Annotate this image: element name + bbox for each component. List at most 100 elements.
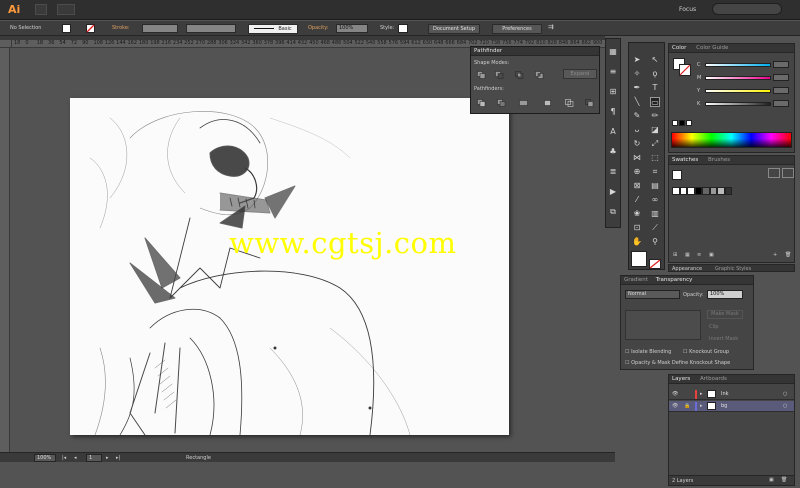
swatch-registration[interactable] <box>679 187 687 195</box>
layer-row[interactable]: 👁 ▸ Ink ○ <box>669 389 794 400</box>
rotate-tool-icon[interactable]: ↻ <box>632 139 642 149</box>
tab-appearance[interactable]: Appearance <box>672 266 702 272</box>
arrange-documents-icon[interactable] <box>57 4 75 15</box>
layer-row[interactable]: 👁 🔒 ▸ bg ○ <box>669 401 794 412</box>
tab-brushes[interactable]: Brushes <box>708 157 730 163</box>
minus-back-icon[interactable] <box>585 99 594 107</box>
blob-brush-tool-icon[interactable]: ᴗ <box>632 125 642 135</box>
current-tool-status[interactable]: Rectangle <box>186 455 211 461</box>
artboard[interactable] <box>70 98 509 435</box>
trim-icon[interactable] <box>497 99 506 107</box>
bridge-icon[interactable] <box>35 4 47 15</box>
layer-visibility-icon[interactable]: 👁 <box>672 403 678 409</box>
swatch-gray-1[interactable] <box>702 187 710 195</box>
swatch-none[interactable] <box>672 187 680 195</box>
new-color-group-icon[interactable]: ▣ <box>709 252 714 258</box>
gradient-tool-icon[interactable]: ▤ <box>650 181 660 191</box>
opacity-mask-define-checkbox[interactable]: ☐ Opacity & Mask Define Knockout Shape <box>625 360 730 366</box>
merge-icon[interactable] <box>519 99 528 107</box>
new-layer-icon[interactable]: ▣ <box>769 477 774 483</box>
channel-c-slider[interactable] <box>705 63 771 67</box>
layer-target-icon[interactable]: ○ <box>783 403 787 409</box>
outline-icon[interactable] <box>565 99 574 107</box>
white-swatch[interactable] <box>686 120 692 126</box>
dock-stroke-icon[interactable]: ≣ <box>608 167 618 177</box>
swatch-gray-2[interactable] <box>709 187 717 195</box>
graph-tool-icon[interactable]: ▥ <box>650 209 660 219</box>
mesh-tool-icon[interactable]: ⊠ <box>632 181 642 191</box>
selection-tool-icon[interactable]: ➤ <box>632 55 642 65</box>
tab-gradient[interactable]: Gradient <box>624 277 648 283</box>
tab-layers[interactable]: Layers <box>672 376 690 382</box>
dock-type-icon[interactable]: ¶ <box>608 107 618 117</box>
dock-symbols-icon[interactable]: ♣ <box>608 147 618 157</box>
stroke-swatch[interactable] <box>86 24 95 33</box>
minus-front-icon[interactable] <box>495 71 504 79</box>
intersect-icon[interactable] <box>515 71 524 79</box>
lasso-tool-icon[interactable]: ϙ <box>650 69 660 79</box>
layer-target-icon[interactable]: ○ <box>783 391 787 397</box>
channel-k-slider[interactable] <box>705 102 771 106</box>
new-swatch-icon[interactable]: + <box>773 252 777 258</box>
dock-align-icon[interactable]: ≡ <box>608 67 618 77</box>
stroke-weight-field[interactable] <box>142 24 178 33</box>
color-spectrum[interactable] <box>671 132 792 148</box>
document-setup-button[interactable]: Document Setup <box>428 24 480 34</box>
pen-tool-icon[interactable]: ✒ <box>632 83 642 93</box>
clip-checkbox[interactable]: Clip <box>709 324 718 330</box>
symbol-sprayer-tool-icon[interactable]: ❀ <box>632 209 642 219</box>
dock-actions-icon[interactable]: ▶ <box>608 187 618 197</box>
swatch-libraries-icon[interactable]: ⊞ <box>673 252 677 258</box>
exclude-icon[interactable] <box>535 71 544 79</box>
magic-wand-tool-icon[interactable]: ✧ <box>632 69 642 79</box>
fill-color-box[interactable] <box>631 251 647 267</box>
knockout-group-checkbox[interactable]: ☐ Knockout Group <box>683 349 729 355</box>
artboard-tool-icon[interactable]: ⊡ <box>632 223 642 233</box>
paintbrush-tool-icon[interactable]: ✎ <box>632 111 642 121</box>
pathfinder-tab[interactable]: Pathfinder <box>471 47 599 56</box>
list-view-icon[interactable] <box>768 168 780 178</box>
transparency-opacity-field[interactable]: 100% <box>707 290 743 299</box>
stroke-label[interactable]: Stroke: <box>112 25 130 31</box>
channel-k-value[interactable] <box>773 100 789 107</box>
channel-c-value[interactable] <box>773 61 789 68</box>
tab-transparency[interactable]: Transparency <box>656 277 693 283</box>
pencil-tool-icon[interactable]: ✏ <box>650 111 660 121</box>
delete-layer-icon[interactable]: 🗑 <box>781 477 787 483</box>
last-artboard-icon[interactable]: ▸| <box>116 455 120 461</box>
layer-name[interactable]: Ink <box>721 389 729 399</box>
crop-icon[interactable] <box>543 99 552 107</box>
hand-tool-icon[interactable]: ✋ <box>632 237 642 247</box>
dock-links-icon[interactable]: ⧉ <box>608 207 618 217</box>
width-tool-icon[interactable]: ⋈ <box>632 153 642 163</box>
search-input[interactable] <box>712 3 782 15</box>
shape-builder-tool-icon[interactable]: ⊕ <box>632 167 642 177</box>
line-tool-icon[interactable]: ╲ <box>632 97 642 107</box>
graphic-style-swatch[interactable] <box>398 24 408 33</box>
layer-lock-icon[interactable]: 🔒 <box>684 403 690 409</box>
brush-definition-select[interactable]: Basic <box>248 24 298 34</box>
prev-artboard-icon[interactable]: ◂ <box>74 455 77 461</box>
channel-y-slider[interactable] <box>705 89 771 93</box>
rectangle-tool-icon[interactable]: ▭ <box>650 97 660 107</box>
opacity-label[interactable]: Opacity: <box>308 25 329 31</box>
none-swatch[interactable] <box>672 120 678 126</box>
expand-layer-icon[interactable]: ▸ <box>700 403 703 409</box>
channel-m-slider[interactable] <box>705 76 771 80</box>
stroke-color-box[interactable] <box>649 259 661 269</box>
artboard-number-field[interactable]: 1 <box>86 454 102 462</box>
tab-color-guide[interactable]: Color Guide <box>696 45 728 51</box>
invert-mask-checkbox[interactable]: Invert Mask <box>709 336 738 342</box>
arrange-icon[interactable]: ⇉ <box>548 23 554 31</box>
tab-artboards[interactable]: Artboards <box>700 376 727 382</box>
type-tool-icon[interactable]: T <box>650 83 660 93</box>
dock-pathfinder-icon[interactable]: ▦ <box>608 47 618 57</box>
channel-y-value[interactable] <box>773 87 789 94</box>
dock-transform-icon[interactable]: ⊞ <box>608 87 618 97</box>
free-transform-tool-icon[interactable]: ⬚ <box>650 153 660 163</box>
blend-mode-select[interactable]: Normal <box>625 290 680 299</box>
ruler-origin[interactable] <box>0 40 12 48</box>
scale-tool-icon[interactable]: ⤢ <box>650 139 660 149</box>
swatch-fill-proxy[interactable] <box>672 170 682 180</box>
black-swatch[interactable] <box>679 120 685 126</box>
